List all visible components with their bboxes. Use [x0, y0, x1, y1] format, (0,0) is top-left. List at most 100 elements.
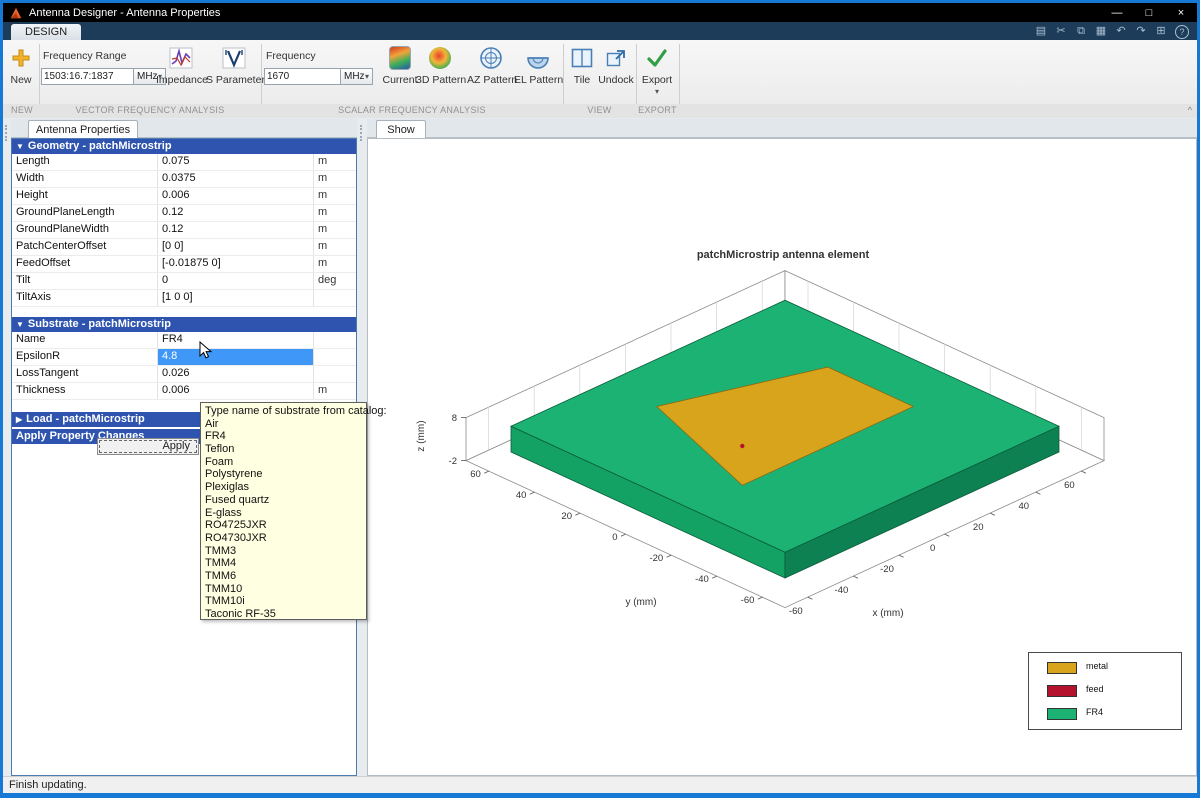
tab-antenna-properties[interactable]: Antenna Properties [28, 120, 138, 139]
current-button[interactable]: Current [380, 44, 420, 86]
maximize-button[interactable]: □ [1133, 3, 1165, 22]
mouse-cursor [199, 341, 215, 361]
undock-button[interactable]: Undock [595, 44, 637, 86]
prop-value[interactable]: 0 [158, 273, 314, 289]
export-check-icon [637, 44, 677, 72]
svg-text:-60: -60 [741, 595, 755, 606]
tile-icon [565, 44, 599, 72]
prop-value[interactable]: 0.12 [158, 205, 314, 221]
prop-unit: deg [314, 273, 356, 289]
tooltip-item: Fused quartz [205, 494, 366, 507]
table-row: Thickness0.006m [12, 383, 356, 400]
export-label: Export [637, 74, 677, 86]
svg-text:8: 8 [452, 413, 457, 424]
svg-text:60: 60 [1064, 480, 1075, 491]
tab-show[interactable]: Show [376, 120, 426, 139]
pattern-3d-button[interactable]: 3D Pattern [416, 44, 464, 86]
save-icon[interactable]: ▤ [1032, 23, 1050, 39]
frequency-range-input[interactable] [41, 68, 135, 85]
tile-label: Tile [565, 74, 599, 86]
load-section-title: Load - patchMicrostrip [26, 412, 145, 427]
frequency-range-label: Frequency Range [43, 50, 126, 62]
el-pattern-icon [514, 44, 562, 72]
prop-unit: m [314, 188, 356, 204]
impedance-button[interactable]: Impedance [156, 44, 206, 86]
apply-button[interactable]: Apply [97, 438, 199, 455]
export-button[interactable]: Export ▾ [637, 44, 677, 96]
frequency-label: Frequency [266, 50, 316, 62]
legend-item: FR4 [1029, 703, 1181, 725]
svg-text:-40: -40 [695, 574, 709, 585]
layout-icon[interactable]: ⊞ [1152, 23, 1170, 39]
copy-icon[interactable]: ⧉ [1072, 23, 1090, 39]
prop-value[interactable]: [0 0] [158, 239, 314, 255]
prop-value[interactable]: 0.026 [158, 366, 314, 382]
tile-button[interactable]: Tile [565, 44, 599, 86]
collapse-arrow-icon: ▼ [16, 139, 24, 154]
prop-value[interactable]: 0.006 [158, 188, 314, 204]
collapse-arrow-icon: ▶ [16, 412, 22, 427]
right-panel-tab-bar: Show [367, 119, 1197, 138]
prop-value[interactable]: 0.075 [158, 154, 314, 170]
prop-name: Tilt [12, 273, 158, 289]
y-axis-label: y (mm) [625, 597, 656, 608]
close-button[interactable]: × [1165, 3, 1197, 22]
az-pattern-button[interactable]: AZ Pattern [467, 44, 515, 86]
substrate-section-title: Substrate - patchMicrostrip [28, 317, 171, 332]
svg-text:60: 60 [470, 469, 481, 480]
prop-value[interactable]: 0.006 [158, 383, 314, 399]
tab-design[interactable]: DESIGN [11, 24, 81, 40]
az-pattern-icon [467, 44, 515, 72]
collapse-ribbon-icon[interactable]: ^ [1183, 105, 1197, 115]
table-row: Tilt0deg [12, 273, 356, 290]
prop-value[interactable]: FR4 [158, 332, 314, 348]
prop-name: TiltAxis [12, 290, 158, 306]
tooltip-item: TMM6 [205, 570, 366, 583]
prop-value[interactable]: 0.0375 [158, 171, 314, 187]
prop-unit [314, 349, 356, 365]
el-pattern-button[interactable]: EL Pattern [514, 44, 562, 86]
prop-name: PatchCenterOffset [12, 239, 158, 255]
geometry-section-header[interactable]: ▼ Geometry - patchMicrostrip [12, 139, 356, 154]
substrate-section-header[interactable]: ▼ Substrate - patchMicrostrip [12, 317, 356, 332]
paste-icon[interactable]: ▦ [1092, 23, 1110, 39]
table-row: TiltAxis[1 0 0] [12, 290, 356, 307]
prop-name: Length [12, 154, 158, 170]
prop-name: GroundPlaneLength [12, 205, 158, 221]
s-parameter-button[interactable]: S Parameter [206, 44, 262, 86]
prop-value[interactable]: [1 0 0] [158, 290, 314, 306]
feed-point [740, 444, 744, 448]
svg-text:40: 40 [1019, 501, 1030, 512]
panel-drag-gutter[interactable] [3, 119, 11, 776]
table-row: EpsilonR4.8 [12, 349, 356, 366]
prop-value-selected[interactable]: 4.8 [158, 349, 314, 365]
new-plus-icon [5, 44, 37, 72]
impedance-label: Impedance [156, 74, 206, 86]
redo-icon[interactable]: ↷ [1132, 23, 1150, 39]
tooltip-item: RO4730JXR [205, 532, 366, 545]
frequency-input[interactable] [264, 68, 342, 85]
undo-icon[interactable]: ↶ [1112, 23, 1130, 39]
tooltip-item: TMM10 [205, 583, 366, 596]
prop-unit: m [314, 239, 356, 255]
minimize-button[interactable]: — [1101, 3, 1133, 22]
plot-legend[interactable]: metal feed FR4 [1028, 652, 1182, 730]
legend-label: feed [1086, 684, 1104, 694]
cut-icon[interactable]: ✂ [1052, 23, 1070, 39]
tooltip-header: Type name of substrate from catalog: [205, 405, 366, 418]
prop-name: Name [12, 332, 158, 348]
help-icon[interactable]: ? [1175, 25, 1189, 39]
prop-value[interactable]: [-0.01875 0] [158, 256, 314, 272]
frequency-unit-dropdown[interactable]: MHz ▾ [340, 68, 373, 85]
ribbon: New Frequency Range MHz ▾ Impedance [3, 40, 1197, 104]
new-button[interactable]: New [5, 44, 37, 86]
matlab-logo-icon [9, 6, 23, 20]
prop-name: EpsilonR [12, 349, 158, 365]
status-text: Finish updating. [9, 779, 87, 791]
prop-value[interactable]: 0.12 [158, 222, 314, 238]
frequency-range-unit: MHz [137, 71, 158, 82]
prop-unit: m [314, 171, 356, 187]
window-border-bottom [0, 793, 1200, 798]
s-parameter-icon [206, 44, 262, 72]
tooltip-item: Foam [205, 456, 366, 469]
